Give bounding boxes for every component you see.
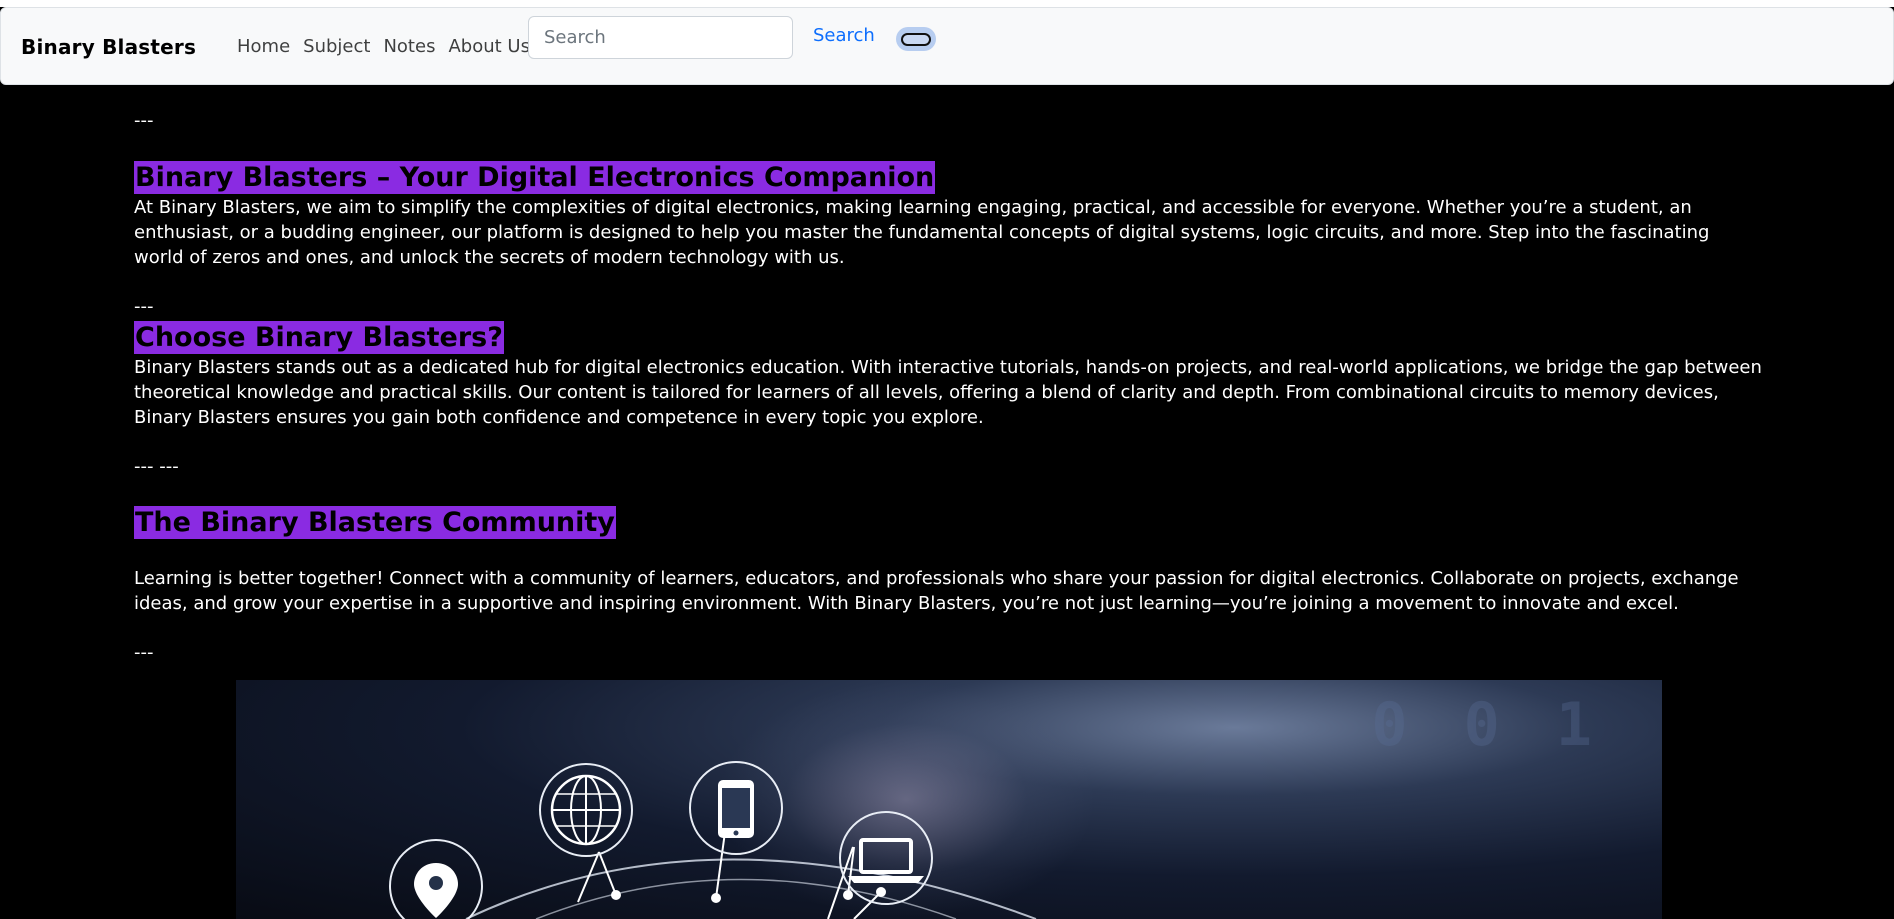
section-heading-companion: Binary Blasters – Your Digital Electroni…	[134, 161, 936, 194]
section-body-companion: At Binary Blasters, we aim to simplify t…	[134, 197, 1710, 268]
navbar: Binary Blasters Home Subject Notes About…	[0, 7, 1894, 85]
smartphone-icon	[689, 761, 783, 855]
top-strip	[0, 0, 1894, 7]
separator: ---	[134, 110, 154, 131]
theme-toggle[interactable]	[896, 27, 936, 51]
separator: ---	[134, 642, 154, 663]
section-body-choose: Binary Blasters stands out as a dedicate…	[134, 357, 1762, 428]
nav-link-subject[interactable]: Subject	[303, 36, 370, 57]
brand-logo[interactable]: Binary Blasters	[21, 35, 196, 59]
laptop-icon	[839, 811, 933, 905]
nav-link-about-us[interactable]: About Us	[448, 36, 530, 57]
hero-image: 0 0 1	[236, 680, 1662, 919]
nav-links: Home Subject Notes About Us	[237, 36, 530, 57]
separator: ---	[134, 296, 154, 317]
section-heading-community: The Binary Blasters Community	[134, 506, 616, 539]
section-body-community: Learning is better together! Connect wit…	[134, 568, 1739, 614]
globe-icon	[539, 763, 633, 857]
network-illustration	[389, 761, 1037, 919]
toggle-switch-icon	[901, 32, 931, 46]
location-pin-icon	[389, 839, 483, 919]
nav-link-notes[interactable]: Notes	[383, 36, 435, 57]
section-heading-choose: Choose Binary Blasters?	[134, 321, 504, 354]
search-input[interactable]	[528, 16, 793, 59]
separator: --- ---	[134, 456, 179, 477]
nav-link-home[interactable]: Home	[237, 36, 290, 57]
search-button[interactable]: Search	[813, 25, 875, 46]
